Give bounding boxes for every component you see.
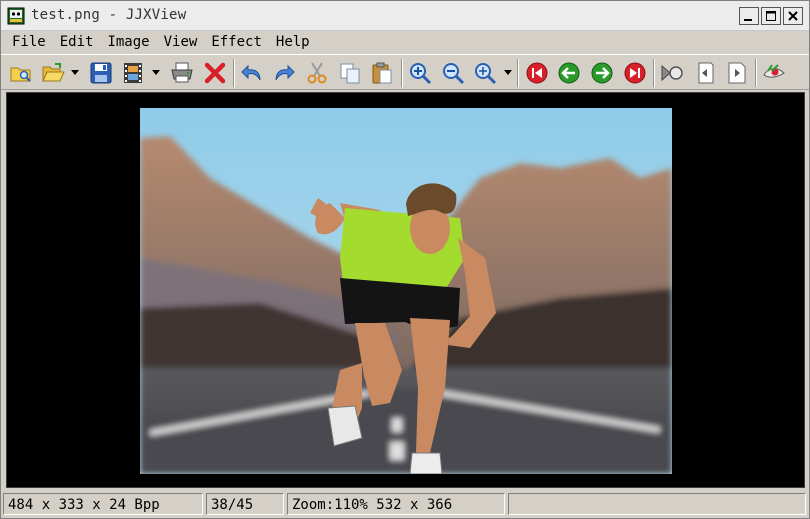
close-icon: [788, 11, 798, 21]
delete-button[interactable]: [201, 59, 229, 87]
minimize-button[interactable]: [739, 7, 759, 25]
toolbar-separator: [653, 59, 655, 87]
zoom-out-button[interactable]: [439, 59, 467, 87]
rotate-right-button[interactable]: [723, 59, 751, 87]
open-button[interactable]: [39, 59, 67, 87]
copy-icon: [340, 63, 360, 84]
rotate-left-button[interactable]: [691, 59, 719, 87]
filmstrip-dropdown-icon[interactable]: [152, 70, 160, 76]
undo-button[interactable]: [238, 59, 266, 87]
copy-button[interactable]: [336, 59, 364, 87]
toolbar-separator: [233, 59, 235, 87]
status-extra: [508, 493, 806, 515]
filmstrip-button[interactable]: [119, 59, 147, 87]
next-image-button[interactable]: [588, 59, 616, 87]
toolbar-separator: [755, 59, 757, 87]
previous-image-icon: [558, 62, 580, 84]
menu-file[interactable]: File: [5, 31, 53, 53]
status-zoom: Zoom:110% 532 x 366: [287, 493, 505, 515]
print-button[interactable]: [168, 59, 196, 87]
close-button[interactable]: [783, 7, 803, 25]
zoom-in-button[interactable]: [406, 59, 434, 87]
zoom-dropdown-icon[interactable]: [504, 70, 512, 76]
paste-button[interactable]: [368, 59, 396, 87]
effect-button[interactable]: [760, 59, 788, 87]
menu-view[interactable]: View: [157, 31, 205, 53]
slideshow-icon: [661, 64, 683, 82]
browse-folder-icon: [10, 67, 31, 82]
delete-icon: [204, 62, 226, 84]
cut-icon: [307, 62, 327, 84]
status-image-info: 484 x 333 x 24 Bpp: [3, 493, 203, 515]
maximize-button[interactable]: [761, 7, 781, 25]
last-image-icon: [624, 62, 646, 84]
menu-effect[interactable]: Effect: [204, 31, 269, 53]
first-image-button[interactable]: [523, 59, 551, 87]
status-position: 38/45: [206, 493, 284, 515]
maximize-icon: [766, 11, 776, 21]
next-image-icon: [591, 62, 613, 84]
save-button[interactable]: [87, 59, 115, 87]
runner-photo-illustration: [140, 108, 672, 474]
rotate-left-icon: [698, 62, 714, 84]
minimize-icon: [744, 19, 752, 21]
effect-icon: [763, 64, 785, 78]
toolbar: [1, 54, 809, 90]
zoom-button[interactable]: [471, 59, 499, 87]
browse-button[interactable]: [7, 59, 35, 87]
filmstrip-icon: [124, 63, 142, 83]
app-logo-icon: [7, 7, 25, 25]
menu-help[interactable]: Help: [269, 31, 317, 53]
menu-edit[interactable]: Edit: [53, 31, 101, 53]
status-bar: 484 x 333 x 24 Bpp 38/45 Zoom:110% 532 x…: [1, 491, 809, 518]
undo-icon: [241, 64, 261, 81]
slideshow-button[interactable]: [658, 59, 686, 87]
open-folder-icon: [42, 63, 65, 82]
window-title: test.png - JJXView: [31, 7, 187, 23]
menu-image[interactable]: Image: [100, 31, 156, 53]
menu-bar: File Edit Image View Effect Help: [1, 31, 809, 53]
previous-image-button[interactable]: [555, 59, 583, 87]
redo-button[interactable]: [270, 59, 298, 87]
image-viewport[interactable]: [6, 92, 805, 488]
open-dropdown-icon[interactable]: [71, 70, 79, 76]
toolbar-separator: [401, 59, 403, 87]
paste-icon: [372, 62, 392, 84]
title-bar[interactable]: test.png - JJXView: [1, 1, 809, 31]
zoom-in-icon: [410, 63, 432, 85]
last-image-button[interactable]: [621, 59, 649, 87]
rotate-right-icon: [728, 62, 746, 84]
app-window: test.png - JJXView File Edit Image View …: [0, 0, 810, 519]
displayed-image[interactable]: [140, 108, 672, 474]
cut-button[interactable]: [303, 59, 331, 87]
save-icon: [90, 62, 112, 84]
first-image-icon: [526, 62, 548, 84]
zoom-icon: [475, 63, 497, 85]
print-icon: [171, 62, 193, 83]
toolbar-separator: [517, 59, 519, 87]
redo-icon: [275, 64, 295, 81]
zoom-out-icon: [443, 63, 465, 85]
